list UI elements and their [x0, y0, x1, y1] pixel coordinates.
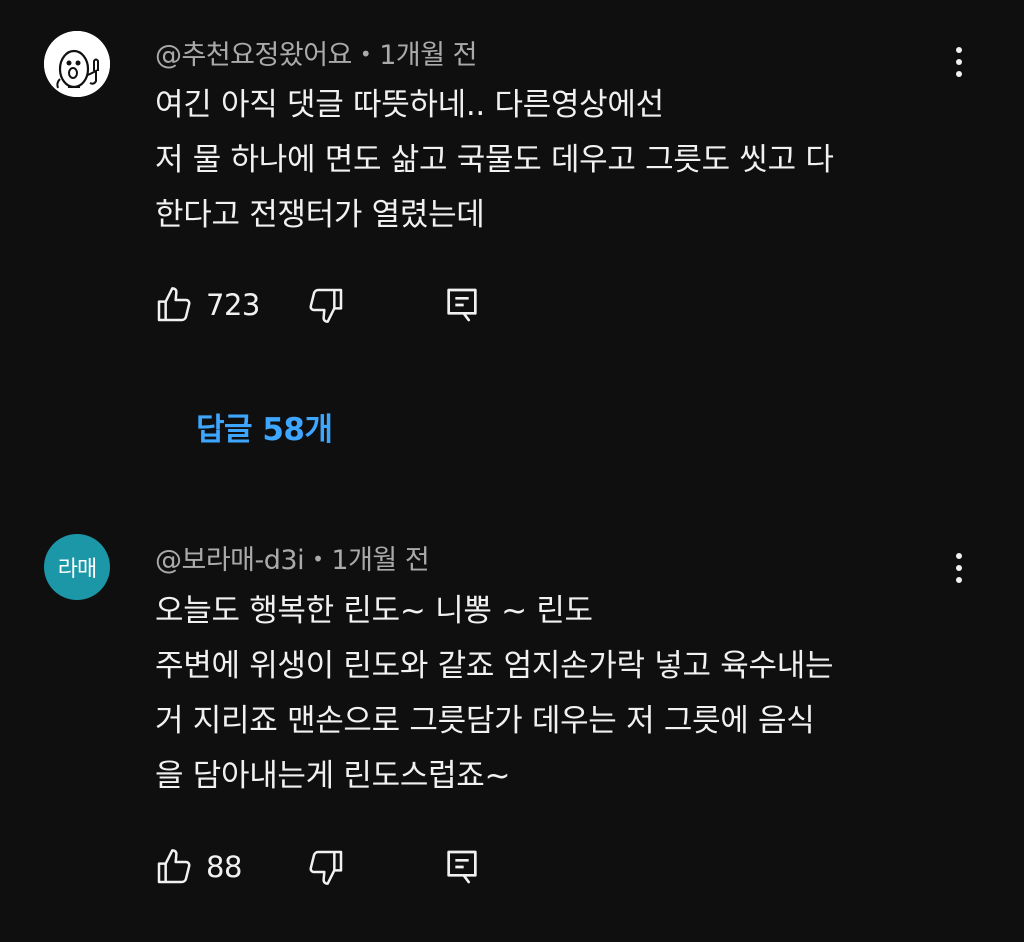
- cartoon-avatar-icon: [44, 31, 110, 97]
- like-count: 723: [206, 288, 260, 322]
- avatar-initials: 라매: [57, 557, 97, 582]
- more-vertical-icon: [956, 47, 962, 53]
- comment-text: 오늘도 행복한 린도~ 니뽕 ~ 린도 주변에 위생이 린도와 같죠 엄지손가락…: [155, 593, 834, 794]
- meta-separator: •: [359, 42, 372, 66]
- comment-author[interactable]: @추천요정왔어요: [155, 40, 352, 71]
- reply-comment-icon: [447, 288, 477, 322]
- comment-text: 여긴 아직 댓글 따뜻하네.. 다른영상에선 저 물 하나에 면도 삶고 국물도…: [155, 87, 834, 233]
- comment-author[interactable]: @보라매-d3i: [155, 545, 305, 576]
- avatar[interactable]: [44, 31, 110, 97]
- comment-meta: @추천요정왔어요 • 1개월 전: [155, 33, 477, 72]
- comment-time[interactable]: 1개월 전: [379, 40, 477, 71]
- like-button[interactable]: 88: [154, 842, 242, 892]
- more-vertical-icon-dot: [956, 577, 962, 583]
- more-vertical-icon-dot: [956, 59, 962, 65]
- dislike-button[interactable]: [306, 280, 346, 330]
- thumb-up-icon: [157, 849, 191, 884]
- comment-meta: @보라매-d3i • 1개월 전: [155, 538, 430, 577]
- meta-separator: •: [312, 547, 324, 571]
- dislike-button[interactable]: [306, 842, 346, 892]
- more-vertical-icon: [956, 553, 962, 559]
- avatar[interactable]: 라매: [44, 534, 110, 600]
- comment-action-bar: 723: [150, 280, 550, 330]
- more-vertical-icon-dot: [956, 565, 962, 571]
- like-button[interactable]: 723: [154, 280, 260, 330]
- view-replies-button[interactable]: 답글 58개: [196, 404, 333, 449]
- reply-comment-icon: [447, 850, 477, 884]
- like-count: 88: [206, 850, 242, 884]
- reply-button[interactable]: [442, 842, 482, 892]
- reply-button[interactable]: [442, 280, 482, 330]
- more-vertical-icon-dot: [956, 71, 962, 77]
- comment-time[interactable]: 1개월 전: [331, 545, 429, 576]
- comment-action-bar: 88: [150, 842, 550, 892]
- thumb-down-icon: [309, 850, 343, 885]
- thumb-up-icon: [157, 287, 191, 322]
- thumb-down-icon: [309, 288, 343, 323]
